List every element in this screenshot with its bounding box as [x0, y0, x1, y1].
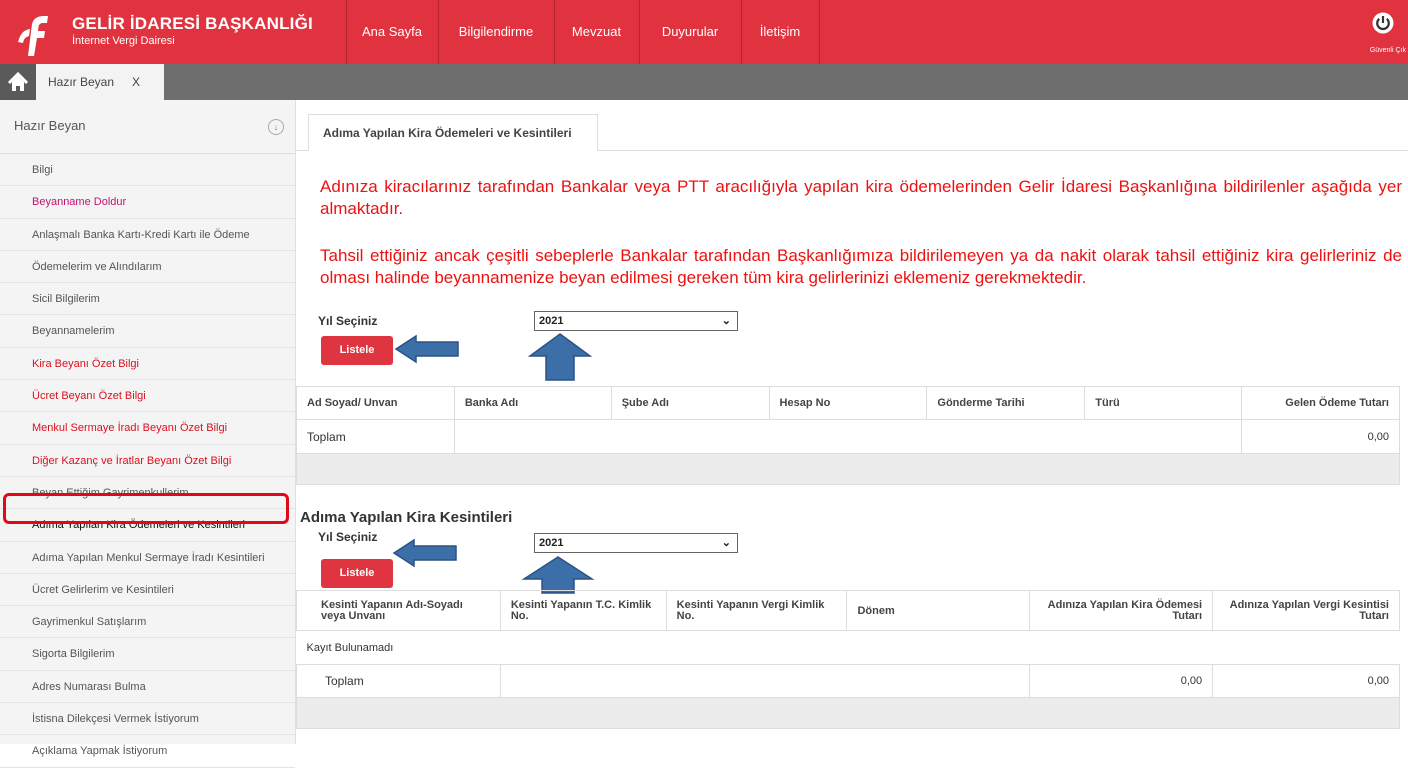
sidebar-item[interactable]: Adres Numarası Bulma [0, 671, 295, 704]
col-gelen-odeme: Gelen Ödeme Tutarı [1241, 386, 1400, 420]
sidebar-item[interactable]: Açıklama Yapmak İstiyorum [0, 735, 295, 768]
chevron-down-icon: ⌄ [721, 537, 731, 549]
nav-duyurular[interactable]: Duyurular [639, 0, 741, 64]
nav-bilgilendirme[interactable]: Bilgilendirme [438, 0, 554, 64]
col-ad-soyad: Ad Soyad/ Unvan [296, 386, 455, 420]
table-total-row: Toplam 0,00 [296, 419, 1400, 454]
col-hesap-no: Hesap No [768, 386, 928, 420]
up-arrow-icon [528, 333, 592, 381]
logout-label[interactable]: Güvenli Çık [1370, 47, 1406, 54]
sidebar-title: Hazır Beyan [14, 118, 86, 133]
sidebar-item[interactable]: Beyanname Doldur [0, 186, 295, 219]
gib-logo-icon[interactable] [8, 12, 62, 58]
brand-title: GELİR İDARESİ BAŞKANLIĞI [72, 14, 313, 33]
col-kira-odemesi: Adınıza Yapılan Kira Ödemesi Tutarı [1029, 590, 1214, 631]
sidebar-header[interactable]: Hazır Beyan ↓ [0, 100, 295, 154]
empty-cell [499, 664, 1031, 698]
chevron-down-icon: ⌄ [721, 315, 731, 327]
empty-cell [453, 419, 1243, 454]
brand[interactable]: GELİR İDARESİ BAŞKANLIĞI İnternet Vergi … [72, 14, 313, 47]
list-button[interactable]: Listele [321, 336, 393, 365]
notice-text-2: Tahsil ettiğiniz ancak çeşitli sebeplerl… [320, 246, 1402, 287]
empty-row: Kayıt Bulunamadı [296, 630, 1400, 665]
table-total-row: Toplam 0,00 0,00 [296, 664, 1400, 698]
table-header-row: Ad Soyad/ Unvan Banka Adı Şube Adı Hesap… [296, 386, 1400, 420]
sidebar-menu: Bilgi Beyanname Doldur Anlaşmalı Banka Kar… [0, 154, 295, 768]
main-content: Adıma Yapılan Kira Ödemeleri ve Kesintil… [296, 100, 1408, 744]
col-banka-adi: Banka Adı [453, 386, 612, 420]
footer-cell [296, 453, 1400, 485]
total-label: Toplam [296, 664, 501, 698]
sidebar-item[interactable]: Sicil Bilgilerim [0, 283, 295, 316]
list-button-2[interactable]: Listele [321, 559, 393, 588]
year-select-value: 2021 [539, 315, 564, 327]
nav-mevzuat[interactable]: Mevzuat [554, 0, 639, 64]
table-footer-row [296, 453, 1400, 485]
close-tab-icon[interactable]: X [132, 64, 140, 100]
tab-hazir-beyan[interactable]: Hazır Beyan X [36, 64, 164, 100]
col-vergi-kesintisi: Adınıza Yapılan Vergi Kesintisi Tutarı [1212, 590, 1400, 631]
footer-cell [296, 697, 1400, 729]
sidebar-item[interactable]: Menkul Sermaye İradı Beyanı Özet Bilgi [0, 412, 295, 445]
sidebar-item[interactable]: İstisna Dilekçesi Vermek İstiyorum [0, 703, 295, 736]
nav-iletisim[interactable]: İletişim [741, 0, 819, 64]
total-value: 0,00 [1241, 419, 1400, 454]
sidebar-item[interactable]: Ücret Beyanı Özet Bilgi [0, 380, 295, 413]
year-select[interactable]: 2021 ⌄ [534, 311, 738, 331]
total-kira-odemesi: 0,00 [1029, 664, 1214, 698]
col-turu: Türü [1084, 386, 1243, 420]
year-select-2[interactable]: 2021 ⌄ [534, 533, 738, 553]
nav-divider [819, 0, 820, 64]
notice-text-1: Adınıza kiracılarınız tarafından Bankala… [320, 177, 1402, 218]
left-arrow-icon [392, 538, 457, 568]
up-arrow-icon [521, 556, 595, 594]
home-icon[interactable] [0, 64, 36, 100]
col-kesinti-yapan-adi: Kesinti Yapanın Adı-Soyadı veya Unvanı [296, 590, 501, 631]
total-label: Toplam [296, 419, 455, 454]
year-label-2: Yıl Seçiniz [318, 530, 378, 544]
section-title-kesintiler: Adıma Yapılan Kira Kesintileri [300, 509, 513, 526]
tab-kira-odemeleri[interactable]: Adıma Yapılan Kira Ödemeleri ve Kesintil… [308, 114, 598, 151]
sidebar-item[interactable]: Ödemelerim ve Alındılarım [0, 251, 295, 284]
nav-ana-sayfa[interactable]: Ana Sayfa [346, 0, 438, 64]
open-tabs-bar: Hazır Beyan X [0, 64, 1408, 100]
col-kesinti-tc: Kesinti Yapanın T.C. Kimlik No. [499, 590, 667, 631]
sidebar: Hazır Beyan ↓ Bilgi Beyanname Doldur Anlaş… [0, 100, 296, 768]
sidebar-item[interactable]: Kira Beyanı Özet Bilgi [0, 348, 295, 381]
sidebar-item[interactable]: Beyannamelerim [0, 315, 295, 348]
highlight-annotation [3, 493, 289, 524]
left-arrow-icon [394, 334, 459, 364]
total-vergi-kesintisi: 0,00 [1212, 664, 1400, 698]
table-header-row: Kesinti Yapanın Adı-Soyadı veya Unvanı K… [296, 590, 1400, 631]
no-records-text: Kayıt Bulunamadı [296, 630, 1400, 665]
deductions-table: Kesinti Yapanın Adı-Soyadı veya Unvanı K… [296, 590, 1400, 729]
payments-table: Ad Soyad/ Unvan Banka Adı Şube Adı Hesap… [296, 386, 1400, 485]
sidebar-item[interactable]: Sigorta Bilgilerim [0, 638, 295, 671]
sidebar-item[interactable]: Diğer Kazanç ve İratlar Beyanı Özet Bilg… [0, 445, 295, 477]
power-icon[interactable] [1372, 12, 1394, 34]
sidebar-item[interactable]: Adıma Yapılan Menkul Sermaye İradı Kesin… [0, 542, 295, 574]
tab-label: Hazır Beyan [48, 75, 115, 89]
sidebar-item[interactable]: Anlaşmalı Banka Kartı-Kredi Kartı ile Öd… [0, 219, 295, 251]
sidebar-item[interactable]: Ücret Gelirlerim ve Kesintileri [0, 574, 295, 607]
brand-subtitle: İnternet Vergi Dairesi [72, 35, 175, 47]
sidebar-item[interactable]: Bilgi [0, 154, 295, 187]
table-footer-row [296, 697, 1400, 729]
col-kesinti-vkn: Kesinti Yapanın Vergi Kimlik No. [665, 590, 848, 631]
year-select-value-2: 2021 [539, 537, 564, 549]
year-label: Yıl Seçiniz [318, 314, 378, 328]
top-header: GELİR İDARESİ BAŞKANLIĞI İnternet Vergi … [0, 0, 1408, 64]
col-sube-adi: Şube Adı [610, 386, 770, 420]
col-donem: Dönem [846, 590, 1031, 631]
col-gonderme-tarihi: Gönderme Tarihi [926, 386, 1086, 420]
collapse-icon[interactable]: ↓ [268, 119, 284, 135]
sidebar-item[interactable]: Gayrimenkul Satışlarım [0, 606, 295, 639]
